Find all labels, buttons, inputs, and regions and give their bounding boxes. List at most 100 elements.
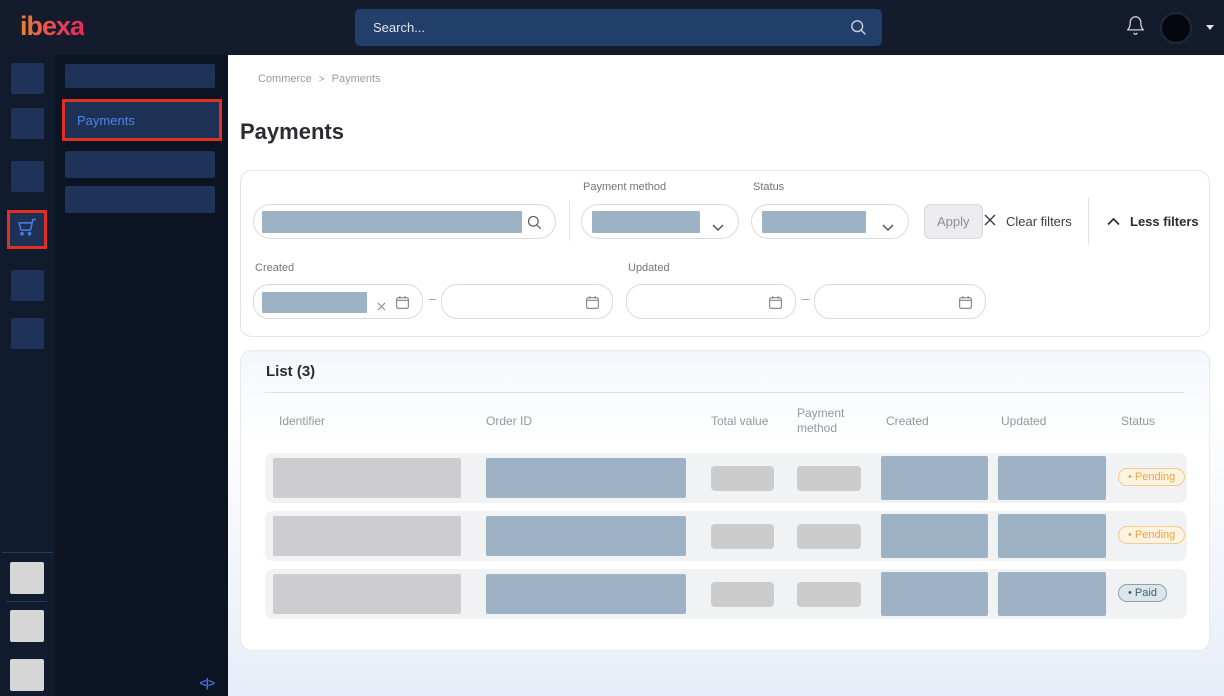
- nav-item-label: Payments: [65, 113, 135, 128]
- redacted-select-value: [592, 211, 700, 233]
- nav-item-placeholder[interactable]: [65, 64, 215, 88]
- top-bar: ibexa: [0, 0, 1224, 55]
- list-title: List (3): [266, 363, 315, 380]
- redacted-identifier: [273, 574, 461, 614]
- breadcrumb: Commerce > Payments: [258, 73, 381, 85]
- less-filters-button[interactable]: Less filters: [1107, 204, 1199, 239]
- redacted-created: [881, 456, 988, 500]
- chevron-up-icon: [1107, 214, 1120, 229]
- redacted-payment-method: [797, 582, 861, 607]
- less-filters-label: Less filters: [1130, 214, 1199, 229]
- rail-divider: [2, 552, 53, 553]
- redacted-payment-method: [797, 466, 861, 491]
- search-icon[interactable]: [526, 214, 543, 236]
- clear-filters-button[interactable]: Clear filters: [983, 204, 1072, 239]
- rail-item-placeholder[interactable]: [11, 318, 44, 349]
- created-label: Created: [255, 262, 294, 274]
- table-row[interactable]: Paid: [265, 569, 1187, 619]
- redacted-identifier: [273, 458, 461, 498]
- filter-search-input[interactable]: [253, 204, 556, 239]
- application-window: ibexa: [0, 0, 1224, 696]
- chevron-down-icon: [882, 219, 894, 237]
- created-to-date-input[interactable]: [441, 284, 613, 319]
- chevron-down-icon[interactable]: [1206, 25, 1214, 30]
- status-select[interactable]: [751, 204, 909, 239]
- redacted-created: [881, 514, 988, 558]
- updated-from-date-input[interactable]: [626, 284, 796, 319]
- rail-item-commerce[interactable]: [7, 210, 47, 249]
- secondary-sidebar: Payments <|>: [55, 55, 228, 696]
- breadcrumb-separator: >: [319, 74, 325, 85]
- date-range-separator: –: [802, 291, 809, 306]
- column-header-updated: Updated: [1001, 414, 1046, 428]
- breadcrumb-item[interactable]: Payments: [332, 73, 381, 85]
- status-badge: Pending: [1118, 526, 1185, 544]
- redacted-order-id: [486, 458, 686, 498]
- apply-button[interactable]: Apply: [924, 204, 983, 239]
- filter-divider: [1088, 197, 1089, 245]
- redacted-updated: [998, 456, 1106, 500]
- payment-method-select[interactable]: [581, 204, 739, 239]
- redacted-search-text: [262, 211, 522, 233]
- icon-rail-sidebar: [0, 55, 55, 696]
- rail-item-placeholder[interactable]: [11, 63, 44, 94]
- list-divider: [265, 392, 1185, 393]
- redacted-date-value: [262, 292, 367, 313]
- global-search: [355, 9, 882, 46]
- calendar-icon[interactable]: [585, 295, 600, 315]
- top-right-actions: [1125, 0, 1214, 55]
- breadcrumb-item[interactable]: Commerce: [258, 73, 312, 85]
- redacted-created: [881, 572, 988, 616]
- redacted-select-value: [762, 211, 866, 233]
- calendar-icon[interactable]: [395, 295, 410, 315]
- clear-date-icon[interactable]: [377, 298, 386, 316]
- nav-item-placeholder[interactable]: [65, 151, 215, 178]
- column-header-order-id: Order ID: [486, 414, 532, 428]
- rail-item-placeholder[interactable]: [11, 161, 44, 192]
- rail-item-placeholder[interactable]: [11, 270, 44, 301]
- status-badge: Pending: [1118, 468, 1185, 486]
- redacted-total-value: [711, 466, 774, 491]
- column-header-payment-method: Payment method: [797, 406, 855, 436]
- rail-item-placeholder[interactable]: [11, 108, 44, 139]
- global-search-input[interactable]: [355, 9, 882, 46]
- nav-item-payments-active[interactable]: Payments: [62, 99, 222, 141]
- updated-to-date-input[interactable]: [814, 284, 986, 319]
- search-icon[interactable]: [849, 18, 868, 42]
- filter-divider: [569, 201, 570, 241]
- created-from-date-input[interactable]: [253, 284, 423, 319]
- ibexa-logo[interactable]: ibexa: [20, 11, 84, 42]
- redacted-updated: [998, 572, 1106, 616]
- nav-item-placeholder[interactable]: [65, 186, 215, 213]
- column-header-total-value: Total value: [711, 414, 768, 428]
- calendar-icon[interactable]: [958, 295, 973, 315]
- table-row[interactable]: Pending: [265, 511, 1187, 561]
- status-badge: Paid: [1118, 584, 1167, 602]
- redacted-updated: [998, 514, 1106, 558]
- redacted-payment-method: [797, 524, 861, 549]
- column-header-created: Created: [886, 414, 929, 428]
- chevron-down-icon: [712, 219, 724, 237]
- column-header-status: Status: [1121, 414, 1155, 428]
- redacted-total-value: [711, 582, 774, 607]
- redacted-order-id: [486, 574, 686, 614]
- bell-icon[interactable]: [1125, 14, 1146, 42]
- redacted-identifier: [273, 516, 461, 556]
- column-header-identifier: Identifier: [279, 414, 325, 428]
- close-icon: [983, 213, 997, 230]
- sidebar-collapse-icon[interactable]: <|>: [200, 676, 214, 690]
- table-row[interactable]: Pending: [265, 453, 1187, 503]
- payment-method-label: Payment method: [583, 181, 666, 193]
- rail-bottom-item-placeholder[interactable]: [10, 659, 44, 691]
- redacted-order-id: [486, 516, 686, 556]
- filters-panel: Payment method Status Apply Clear fil: [240, 170, 1210, 337]
- rail-divider: [6, 601, 47, 602]
- main-content: Commerce > Payments Payments Payment metho…: [228, 55, 1224, 696]
- calendar-icon[interactable]: [768, 295, 783, 315]
- status-label: Status: [753, 181, 784, 193]
- rail-bottom-item-placeholder[interactable]: [10, 610, 44, 642]
- payments-list-panel: List (3) Identifier Order ID Total value…: [240, 350, 1210, 651]
- user-avatar[interactable]: [1160, 12, 1192, 44]
- rail-bottom-item-placeholder[interactable]: [10, 562, 44, 594]
- date-range-separator: –: [429, 291, 436, 306]
